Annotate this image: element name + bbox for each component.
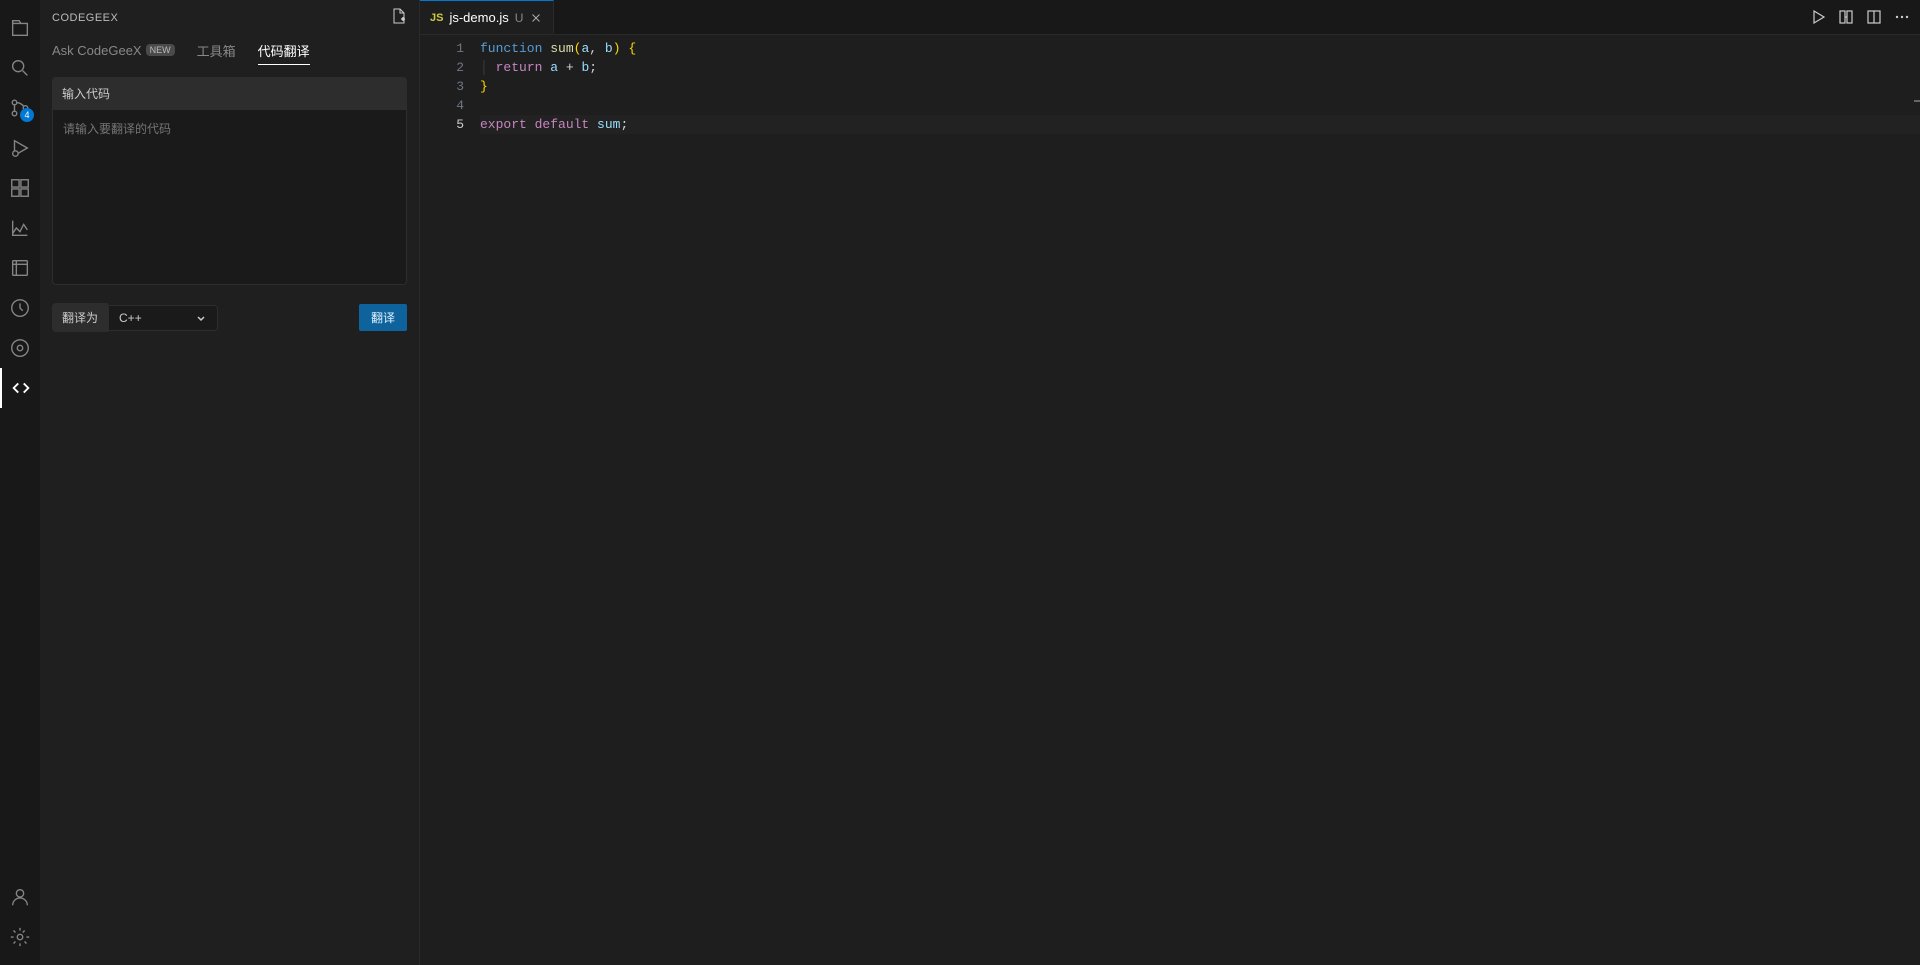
sidebar-header: CODEGEEX xyxy=(40,0,419,35)
account-icon[interactable] xyxy=(0,877,40,917)
sidebar-tabs: Ask CodeGeeX NEW 工具箱 代码翻译 xyxy=(40,35,419,65)
tab-label: 代码翻译 xyxy=(258,41,310,60)
sidebar-title: CODEGEEX xyxy=(52,12,118,24)
tab-toolbox[interactable]: 工具箱 xyxy=(197,35,236,65)
tab-filename: js-demo.js xyxy=(449,10,508,25)
translate-button[interactable]: 翻译 xyxy=(359,304,407,331)
translate-row: 翻译为 C++ 翻译 xyxy=(52,303,407,332)
split-editor-icon[interactable] xyxy=(1866,9,1882,25)
activity-bottom xyxy=(0,877,40,965)
line-gutter: 1 2 3 4 5 xyxy=(420,39,480,965)
selected-language: C++ xyxy=(119,311,142,325)
source-control-icon[interactable]: 4 xyxy=(0,88,40,128)
project-icon[interactable] xyxy=(0,248,40,288)
modified-indicator: U xyxy=(515,11,524,25)
tab-code-translate[interactable]: 代码翻译 xyxy=(258,35,310,65)
input-section-label: 输入代码 xyxy=(52,77,407,110)
tab-label: Ask CodeGeeX xyxy=(52,43,142,58)
code-line-4[interactable] xyxy=(480,96,1920,115)
run-debug-icon[interactable] xyxy=(0,128,40,168)
js-file-icon: JS xyxy=(430,12,443,24)
activity-bar: 4 xyxy=(0,0,40,965)
graph-icon[interactable] xyxy=(0,208,40,248)
settings-icon[interactable] xyxy=(0,917,40,957)
timeline-icon[interactable] xyxy=(0,288,40,328)
language-select[interactable]: C++ xyxy=(108,305,218,331)
sidebar-content: 输入代码 翻译为 C++ 翻译 xyxy=(40,65,419,965)
run-icon[interactable] xyxy=(1810,9,1826,25)
code-input[interactable] xyxy=(52,110,407,285)
code-line-5[interactable]: export default sum; xyxy=(480,115,1920,134)
close-tab-icon[interactable] xyxy=(529,11,543,25)
ai-icon[interactable] xyxy=(0,328,40,368)
search-icon[interactable] xyxy=(0,48,40,88)
minimap-marker xyxy=(1914,100,1920,102)
explorer-icon[interactable] xyxy=(0,8,40,48)
editor-tab-js-demo[interactable]: JS js-demo.js U xyxy=(420,0,554,34)
app-root: 4 xyxy=(0,0,1920,965)
tab-label: 工具箱 xyxy=(197,41,236,60)
activity-top: 4 xyxy=(0,8,40,877)
diff-icon[interactable] xyxy=(1838,9,1854,25)
tab-badge: NEW xyxy=(146,44,175,56)
translate-to-label: 翻译为 xyxy=(52,303,108,332)
code-content[interactable]: function sum(a, b) { │ return a + b; } e… xyxy=(480,39,1920,965)
chevron-down-icon xyxy=(195,312,207,324)
new-file-icon[interactable] xyxy=(391,8,407,27)
more-icon[interactable] xyxy=(1894,9,1910,25)
code-line-2[interactable]: │ return a + b; xyxy=(480,58,1920,77)
code-line-1[interactable]: function sum(a, b) { xyxy=(480,39,1920,58)
scm-badge: 4 xyxy=(20,108,34,122)
editor-actions xyxy=(1810,0,1920,34)
editor-body[interactable]: 1 2 3 4 5 function sum(a, b) { │ return … xyxy=(420,35,1920,965)
tab-ask-codegeex[interactable]: Ask CodeGeeX NEW xyxy=(52,35,175,65)
editor-area: JS js-demo.js U xyxy=(420,0,1920,965)
editor-tabs: JS js-demo.js U xyxy=(420,0,1920,35)
sidebar: CODEGEEX Ask CodeGeeX NEW 工具箱 代码翻译 输入代码 xyxy=(40,0,420,965)
code-line-3[interactable]: } xyxy=(480,77,1920,96)
extensions-icon[interactable] xyxy=(0,168,40,208)
codegeex-icon[interactable] xyxy=(0,368,40,408)
